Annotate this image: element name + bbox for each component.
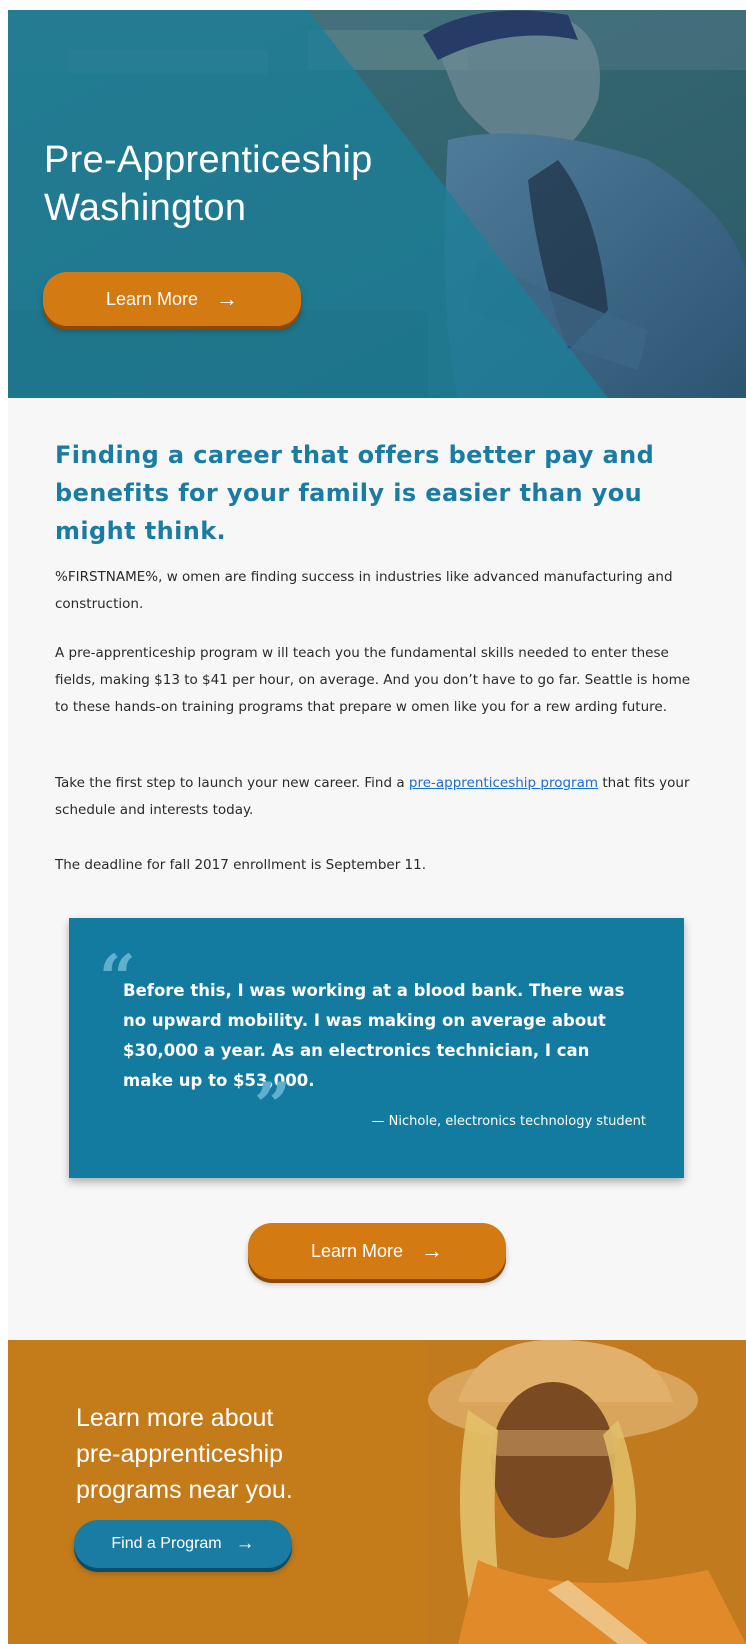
paragraph-intro: %FIRSTNAME%, w omen are finding success … — [55, 569, 673, 612]
paragraph-program: A pre-apprenticeship program w ill teach… — [55, 645, 691, 715]
cta-text-before: Take the first step to launch your new c… — [55, 775, 409, 791]
banner-text-line3: programs near you. — [76, 1476, 293, 1504]
testimonial-box: “ Before this, I was working at a blood … — [69, 918, 684, 1178]
learn-more-button[interactable]: Learn More → — [248, 1223, 506, 1279]
paragraph-call-to-action: Take the first step to launch your new c… — [55, 770, 695, 824]
testimonial-quote: Before this, I was working at a blood ba… — [123, 981, 625, 1090]
learn-more-button-label: Learn More — [310, 1240, 404, 1261]
hero-title-line1: Pre-Apprenticeship — [44, 139, 373, 181]
main-content: Finding a career that offers better pay … — [8, 398, 746, 1333]
footer-banner: Learn more about pre-apprenticeship prog… — [8, 1340, 746, 1644]
arrow-right-icon: → — [235, 1533, 255, 1554]
find-a-program-label: Find a Program — [111, 1535, 222, 1552]
banner-text: Learn more about pre-apprenticeship prog… — [76, 1400, 376, 1508]
hero-learn-more-button[interactable]: Learn More → — [43, 272, 301, 326]
find-a-program-button[interactable]: Find a Program → — [74, 1520, 292, 1568]
hero-title-line2: Washington — [44, 187, 247, 229]
banner-text-line2: pre-apprenticeship — [76, 1440, 284, 1468]
hero-button-label: Learn More — [105, 288, 199, 309]
email-page: Pre-Apprenticeship Washington Learn More… — [8, 10, 746, 1644]
headline: Finding a career that offers better pay … — [55, 441, 655, 545]
arrow-right-icon: → — [421, 1238, 444, 1263]
testimonial-attribution: — Nichole, electronics technology studen… — [371, 1114, 646, 1129]
pre-apprenticeship-program-link[interactable]: pre-apprenticeship program — [409, 775, 598, 791]
paragraph-deadline: The deadline for fall 2017 enrollment is… — [55, 857, 427, 873]
hero-banner: Pre-Apprenticeship Washington Learn More… — [8, 10, 746, 398]
quote-close-icon: ” — [254, 1069, 291, 1144]
arrow-right-icon: → — [216, 286, 239, 311]
banner-text-line1: Learn more about — [76, 1404, 274, 1432]
hero-title: Pre-Apprenticeship Washington — [44, 136, 464, 232]
